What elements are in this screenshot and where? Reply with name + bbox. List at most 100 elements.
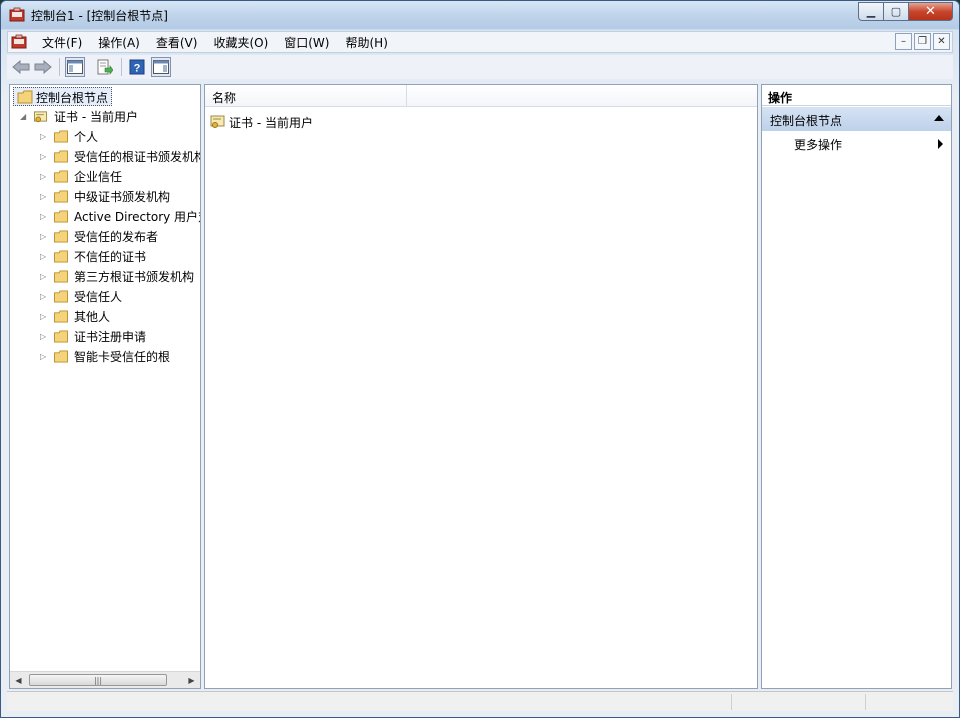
export-list-button[interactable] xyxy=(95,57,115,77)
tree-node-certificates-current-user[interactable]: ◢ 证书 - 当前用户 xyxy=(10,107,200,127)
tree-node-store[interactable]: ▷ 受信任人 xyxy=(10,287,200,307)
menu-favorites[interactable]: 收藏夹(O) xyxy=(205,35,276,51)
tree-node-label: 受信任的根证书颁发机构 xyxy=(74,150,201,164)
tree-node-store[interactable]: ▷ 智能卡受信任的根 xyxy=(10,347,200,367)
results-pane[interactable]: 名称 证书 - 当前用户 xyxy=(204,84,758,689)
folder-icon xyxy=(54,230,68,243)
close-icon: ✕ xyxy=(937,36,946,47)
menu-window[interactable]: 窗口(W) xyxy=(276,35,337,51)
folder-icon xyxy=(54,210,68,223)
actions-section-console-root[interactable]: 控制台根节点 xyxy=(762,107,951,131)
folder-icon xyxy=(54,330,68,343)
tree-root-label: 控制台根节点 xyxy=(36,91,109,105)
toolbar-separator xyxy=(59,58,60,76)
list-header: 名称 xyxy=(205,85,757,107)
tree-node-label: 中级证书颁发机构 xyxy=(74,190,171,204)
expand-triangle-icon[interactable]: ▷ xyxy=(40,172,48,181)
menu-help[interactable]: 帮助(H) xyxy=(337,35,395,51)
console-tree-pane[interactable]: 控制台根节点 ◢ 证书 - 当前用户 ▷ 个人 ▷ 受信任的根证书颁发机构 ▷ 企业信任 ▷… xyxy=(9,84,201,689)
toolbar: ? xyxy=(7,55,953,79)
expand-triangle-icon[interactable]: ▷ xyxy=(40,312,48,321)
tree-node-label: 证书 - 当前用户 xyxy=(54,110,138,124)
child-restore-button[interactable]: ❐ xyxy=(914,33,931,50)
expand-triangle-icon[interactable]: ▷ xyxy=(40,332,48,341)
tree-node-store[interactable]: ▷ 中级证书颁发机构 xyxy=(10,187,200,207)
scroll-right-arrow-icon[interactable]: ▶ xyxy=(183,672,200,688)
mmc-doc-icon[interactable] xyxy=(11,34,27,50)
tree-node-store[interactable]: ▷ 受信任的根证书颁发机构 xyxy=(10,147,201,167)
expand-triangle-icon[interactable]: ▷ xyxy=(40,132,48,141)
collapse-triangle-icon[interactable]: ◢ xyxy=(20,112,28,121)
tree-node-label: 第三方根证书颁发机构 xyxy=(74,270,195,284)
menu-view[interactable]: 查看(V) xyxy=(148,35,206,51)
help-icon: ? xyxy=(129,59,145,75)
actions-pane: 操作 控制台根节点 更多操作 xyxy=(761,84,952,689)
toolbar-separator xyxy=(121,58,122,76)
folder-icon xyxy=(17,90,33,104)
submenu-arrow-icon[interactable] xyxy=(938,139,943,149)
forward-icon xyxy=(34,60,52,74)
maximize-button[interactable]: ▢ xyxy=(884,2,909,21)
child-minimize-button[interactable]: – xyxy=(895,33,912,50)
maximize-icon: ▢ xyxy=(890,5,902,18)
folder-icon xyxy=(54,350,68,363)
action-pane-icon xyxy=(153,60,169,74)
tree-node-store[interactable]: ▷ 受信任的发布者 xyxy=(10,227,200,247)
close-button[interactable]: ✕ xyxy=(909,2,953,21)
menu-file[interactable]: 文件(F) xyxy=(34,35,90,51)
scroll-left-arrow-icon[interactable]: ◀ xyxy=(10,672,27,688)
certificate-snapin-icon xyxy=(34,111,48,123)
expand-triangle-icon[interactable]: ▷ xyxy=(40,192,48,201)
collapse-up-arrow-icon[interactable] xyxy=(934,115,944,121)
expand-triangle-icon[interactable]: ▷ xyxy=(40,352,48,361)
svg-text:?: ? xyxy=(134,63,141,75)
tree-node-store[interactable]: ▷ Active Directory 用户对象 xyxy=(10,207,200,227)
tree-node-label: 智能卡受信任的根 xyxy=(74,350,171,364)
mmc-window: 控制台1 - [控制台根节点] ▁ ▢ ✕ 文件(F) 操作(A) 查看(V) … xyxy=(0,0,960,718)
expand-triangle-icon[interactable]: ▷ xyxy=(40,212,48,221)
scroll-thumb[interactable]: ||| xyxy=(29,674,167,686)
folder-icon xyxy=(54,270,68,283)
list-item-label: 证书 - 当前用户 xyxy=(229,116,313,130)
show-hide-console-tree-button[interactable] xyxy=(65,57,85,77)
column-header-name[interactable]: 名称 xyxy=(205,85,407,107)
menu-action[interactable]: 操作(A) xyxy=(90,35,148,51)
tree-node-label: 证书注册申请 xyxy=(74,330,147,344)
tree-node-store[interactable]: ▷ 其他人 xyxy=(10,307,200,327)
expand-triangle-icon[interactable]: ▷ xyxy=(40,252,48,261)
tree-horizontal-scrollbar[interactable]: ◀ ||| ▶ xyxy=(10,671,200,688)
tree-node-store[interactable]: ▷ 个人 xyxy=(10,127,200,147)
child-close-button[interactable]: ✕ xyxy=(933,33,950,50)
actions-section-label: 控制台根节点 xyxy=(770,114,843,128)
menu-bar: 文件(F) 操作(A) 查看(V) 收藏夹(O) 窗口(W) 帮助(H) – ❐… xyxy=(7,31,953,53)
tree-node-label: 其他人 xyxy=(74,310,111,324)
tree-node-store[interactable]: ▷ 证书注册申请 xyxy=(10,327,200,347)
folder-icon xyxy=(54,310,68,323)
show-hide-action-pane-button[interactable] xyxy=(151,57,171,77)
expand-triangle-icon[interactable]: ▷ xyxy=(40,232,48,241)
mmc-app-icon xyxy=(9,7,25,23)
help-button[interactable]: ? xyxy=(127,57,147,77)
tree-node-label: 企业信任 xyxy=(74,170,123,184)
title-bar[interactable]: 控制台1 - [控制台根节点] ▁ ▢ ✕ xyxy=(1,1,959,29)
tree-root-node[interactable]: 控制台根节点 xyxy=(13,87,113,106)
more-actions-item[interactable]: 更多操作 xyxy=(794,136,842,153)
folder-icon xyxy=(54,150,68,163)
certificate-snapin-icon xyxy=(210,115,225,128)
forward-button[interactable] xyxy=(33,57,53,77)
status-divider xyxy=(731,694,732,710)
folder-icon xyxy=(54,190,68,203)
tree-node-store[interactable]: ▷ 不信任的证书 xyxy=(10,247,200,267)
expand-triangle-icon[interactable]: ▷ xyxy=(40,292,48,301)
tree-node-label: Active Directory 用户对象 xyxy=(74,210,200,224)
back-icon xyxy=(12,60,30,74)
tree-node-store[interactable]: ▷ 第三方根证书颁发机构 xyxy=(10,267,200,287)
tree-node-store[interactable]: ▷ 企业信任 xyxy=(10,167,200,187)
folder-icon xyxy=(54,250,68,263)
tree-node-label: 受信任人 xyxy=(74,290,123,304)
expand-triangle-icon[interactable]: ▷ xyxy=(40,152,48,161)
tree-node-label: 不信任的证书 xyxy=(74,250,147,264)
expand-triangle-icon[interactable]: ▷ xyxy=(40,272,48,281)
minimize-button[interactable]: ▁ xyxy=(858,2,884,21)
back-button[interactable] xyxy=(11,57,31,77)
